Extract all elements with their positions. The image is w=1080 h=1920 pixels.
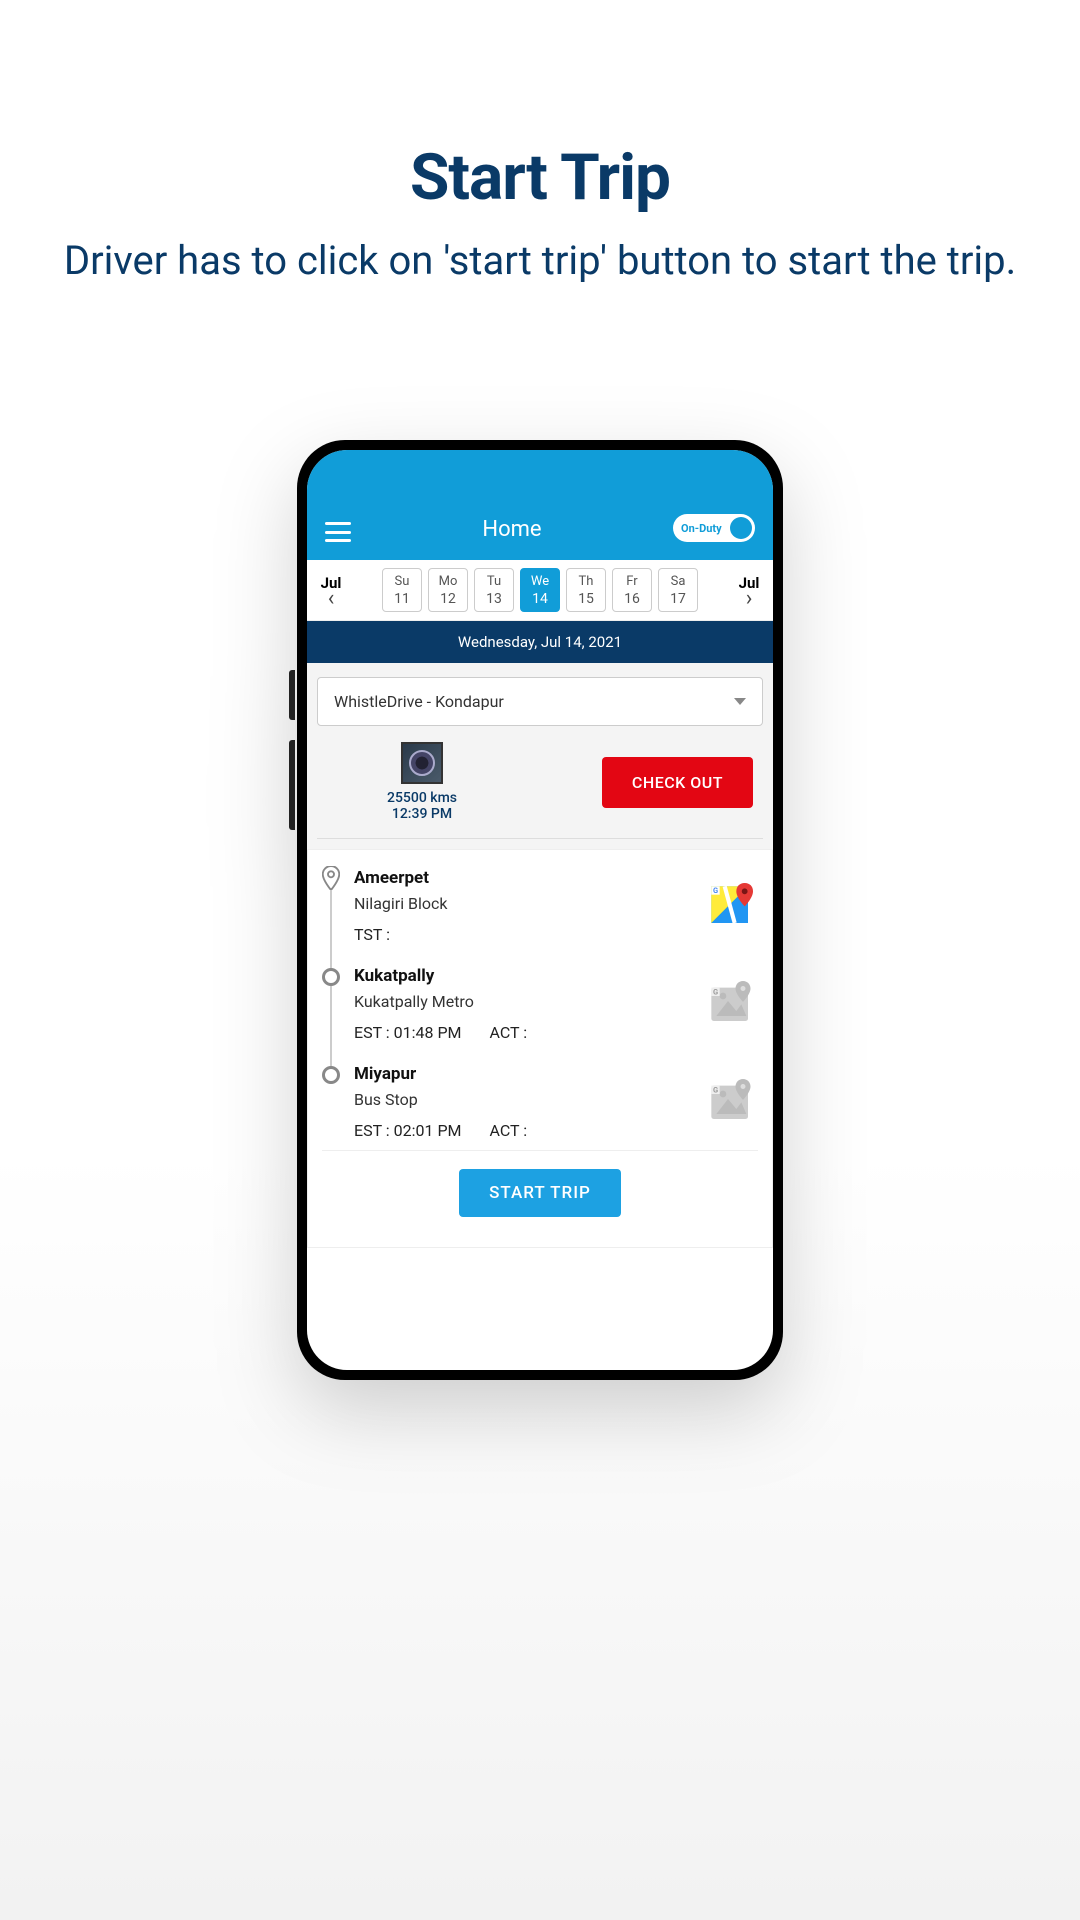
stop-sub: Kukatpally Metro (354, 992, 700, 1011)
date-box[interactable]: Mo12 (428, 568, 468, 612)
date-box[interactable]: Su11 (382, 568, 422, 612)
stop-marker-icon (322, 968, 340, 986)
date-strip: Jul ‹ Su11Mo12Tu13We14Th15Fr16Sa17 Jul › (307, 560, 773, 621)
stop-est: EST : 02:01 PM (354, 1121, 462, 1140)
date-box[interactable]: Th15 (566, 568, 606, 612)
app-screen: Home On-Duty Jul ‹ Su11Mo12Tu13We14Th15F… (307, 450, 773, 1370)
site-selector-value: WhistleDrive - Kondapur (334, 692, 504, 711)
checkout-button[interactable]: CHECK OUT (602, 757, 753, 808)
screen-title: Home (482, 517, 541, 542)
site-selector[interactable]: WhistleDrive - Kondapur (317, 677, 763, 726)
svg-text:G: G (713, 1085, 718, 1094)
date-box[interactable]: Sa17 (658, 568, 698, 612)
stop-name: Kukatpally (354, 966, 700, 986)
app-top-bar: Home On-Duty (307, 450, 773, 560)
chevron-down-icon (734, 698, 746, 705)
stop-est: EST : 01:48 PM (354, 1023, 462, 1042)
stop-sub: Nilagiri Block (354, 894, 700, 913)
stops-list: Ameerpet Nilagiri Block TST : G Kukatpal… (307, 849, 773, 1248)
odometer-icon (401, 742, 443, 784)
chevron-left-icon: ‹ (313, 592, 349, 606)
date-prev[interactable]: Jul ‹ (313, 574, 349, 606)
date-box[interactable]: Fr16 (612, 568, 652, 612)
promo-subtitle: Driver has to click on 'start trip' butt… (0, 233, 1080, 289)
stop-act: ACT : (490, 1121, 528, 1140)
map-icon[interactable]: G (708, 878, 758, 928)
stop-sub: Bus Stop (354, 1090, 700, 1109)
pin-icon (322, 870, 340, 888)
start-trip-button[interactable]: START TRIP (459, 1169, 621, 1217)
phone-mockup: Home On-Duty Jul ‹ Su11Mo12Tu13We14Th15F… (297, 440, 783, 1380)
duty-toggle-label: On-Duty (681, 522, 722, 535)
odometer-kms: 25500 kms (387, 790, 457, 806)
svg-text:G: G (713, 987, 718, 996)
stop-item: Miyapur Bus Stop EST : 02:01 PM ACT : G (322, 1064, 758, 1150)
duty-toggle[interactable]: On-Duty (673, 514, 755, 542)
odometer-time: 12:39 PM (387, 806, 457, 822)
date-banner: Wednesday, Jul 14, 2021 (307, 621, 773, 663)
stop-item: Kukatpally Kukatpally Metro EST : 01:48 … (322, 966, 758, 1064)
promo-header: Start Trip Driver has to click on 'start… (0, 0, 1080, 289)
map-icon[interactable]: G (708, 1074, 758, 1124)
date-next[interactable]: Jul › (731, 574, 767, 606)
stop-act: ACT : (490, 1023, 528, 1042)
date-box[interactable]: We14 (520, 568, 560, 612)
stop-name: Miyapur (354, 1064, 700, 1084)
odometer-row: 25500 kms 12:39 PM CHECK OUT (317, 726, 763, 839)
stop-tst: TST : (354, 925, 390, 944)
date-box[interactable]: Tu13 (474, 568, 514, 612)
toggle-knob (730, 517, 752, 539)
svg-text:G: G (713, 886, 718, 895)
stop-name: Ameerpet (354, 868, 700, 888)
map-icon[interactable]: G (708, 976, 758, 1026)
menu-icon[interactable] (325, 522, 351, 542)
odometer-info[interactable]: 25500 kms 12:39 PM (387, 742, 457, 822)
chevron-right-icon: › (731, 592, 767, 606)
promo-title: Start Trip (0, 140, 1080, 215)
stop-item: Ameerpet Nilagiri Block TST : G (322, 868, 758, 966)
stop-marker-icon (322, 1066, 340, 1084)
